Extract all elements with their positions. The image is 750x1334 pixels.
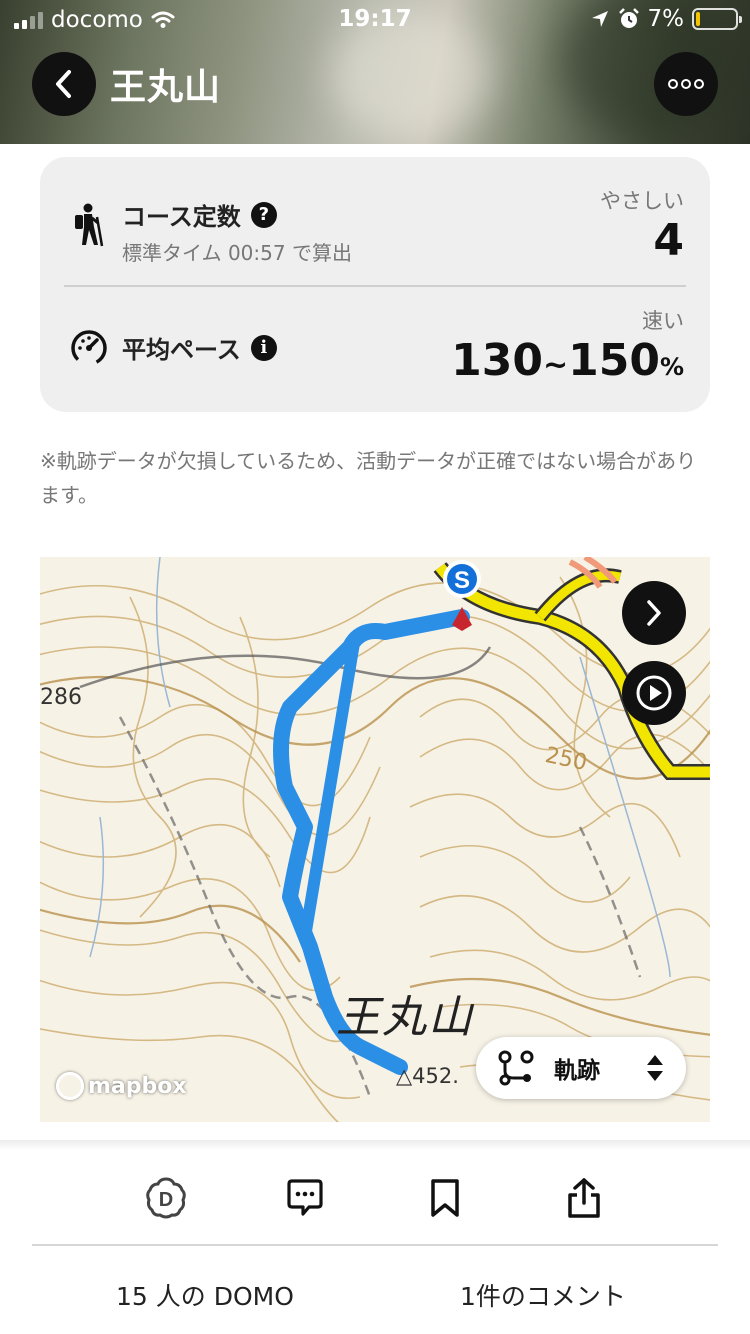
pace-level: 速い [642,309,684,333]
comment-icon [287,1179,323,1216]
domo-icon: D [146,1177,186,1219]
average-pace-row: 平均ペース i 速い 130~150% [40,285,710,412]
battery-percent: 7% [647,6,685,32]
bookmark-icon [431,1179,459,1217]
domo-count-link[interactable]: 15 人の DOMO [116,1277,294,1313]
more-button[interactable] [654,52,718,116]
summit-name: 王丸山 [336,992,474,1043]
alarm-icon [618,8,639,28]
reaction-counts: 15 人の DOMO 1件のコメント [0,1245,750,1334]
status-bar: docomo 19:17 7% [0,0,750,40]
back-button[interactable] [32,52,96,116]
standard-time-text: 標準タイム 00:57 で算出 [122,241,352,265]
route-icon [498,1050,534,1086]
course-constant-row: コース定数 ? 標準タイム 00:57 で算出 やさしい 4 [40,157,710,285]
course-constant-value: 4 [653,215,684,266]
comment-count-link[interactable]: 1件のコメント [460,1277,626,1313]
share-button[interactable] [560,1174,608,1222]
activity-stats-card: コース定数 ? 標準タイム 00:57 で算出 やさしい 4 平均ペース i 速… [40,157,710,412]
average-pace-value: 130~150% [451,335,684,386]
share-icon [568,1178,600,1218]
sort-updown-icon [647,1055,663,1081]
peak-label: △452. [396,1064,459,1088]
mapbox-attribution[interactable]: mapbox [56,1072,187,1100]
track-mode-button[interactable]: 軌跡 [476,1037,686,1099]
more-dots-icon [668,79,704,89]
svg-text:D: D [159,1189,173,1211]
domo-button[interactable]: D [142,1174,190,1222]
route-map[interactable]: S 286 250 王丸山 △452. mapbox 軌跡 [40,557,710,1122]
mapbox-logo-icon [56,1072,84,1100]
chevron-right-icon [647,600,661,626]
page-title: 王丸山 [110,67,222,108]
map-next-button[interactable] [622,581,686,645]
chevron-left-icon [56,70,71,98]
elevation-label: 286 [40,685,82,710]
battery-icon [692,8,742,30]
location-arrow-icon [591,11,608,27]
track-mode-label: 軌跡 [554,1058,600,1084]
course-constant-label: コース定数 [122,203,241,231]
average-pace-label: 平均ペース [122,336,241,364]
comment-button[interactable] [281,1174,329,1222]
bookmark-button[interactable] [421,1174,469,1222]
header-photo: docomo 19:17 7% 王丸山 [0,0,750,144]
svg-text:S: S [454,567,470,594]
help-icon[interactable]: ? [250,201,277,228]
data-missing-notice: ※軌跡データが欠損しているため、活動データが正確ではない場合があります。 [40,449,697,507]
action-bar: D [0,1150,750,1244]
info-icon[interactable]: i [250,334,277,361]
play-icon [636,675,672,711]
map-play-button[interactable] [622,661,686,725]
speedometer-icon [71,330,107,366]
hiker-icon [75,203,104,247]
course-level: やさしい [600,189,684,213]
